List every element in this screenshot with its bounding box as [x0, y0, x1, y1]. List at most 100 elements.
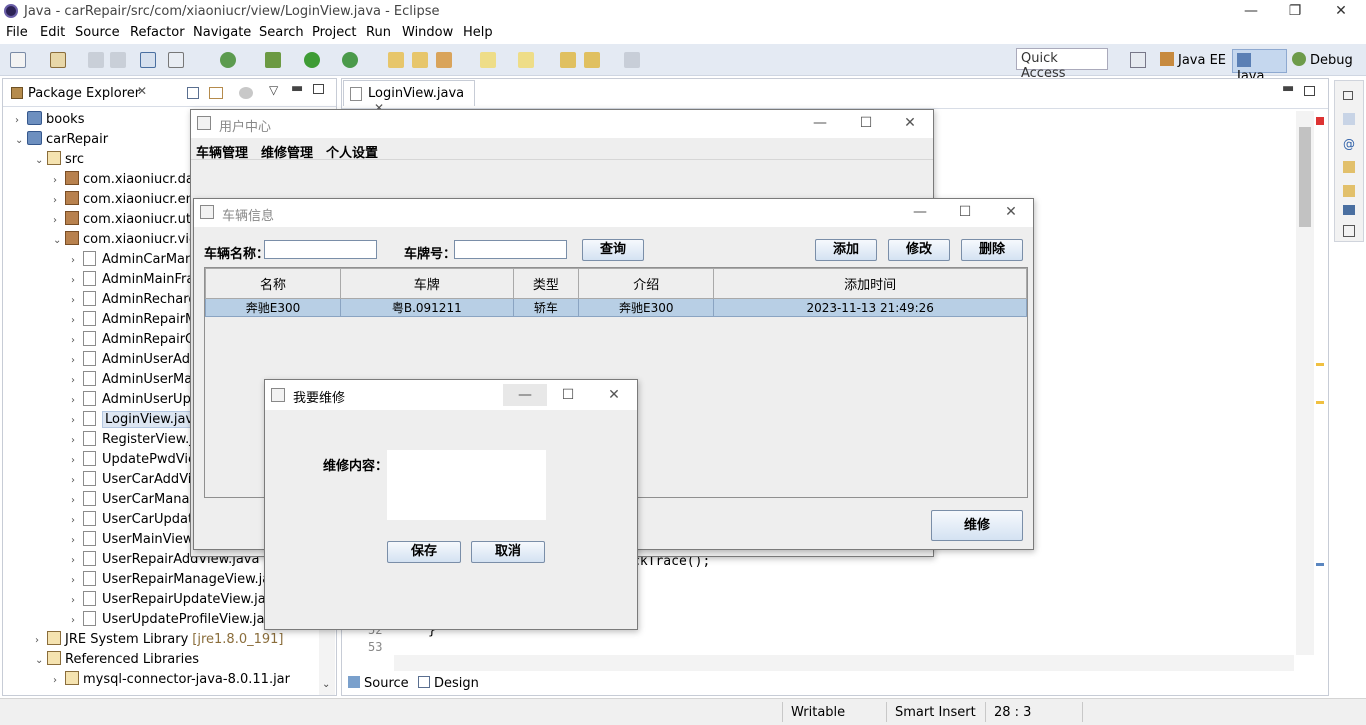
source-tab[interactable]: Source [348, 676, 409, 691]
edit-button[interactable]: 修改 [888, 239, 950, 261]
open-task-icon[interactable] [412, 52, 428, 68]
collapsed-twisty-icon[interactable]: › [71, 555, 83, 566]
expanded-twisty-icon[interactable]: ⌄ [35, 655, 47, 666]
expanded-twisty-icon[interactable]: ⌄ [15, 135, 27, 146]
perspective-java[interactable]: Java [1232, 49, 1287, 84]
cell-type[interactable]: 轿车 [512, 298, 580, 317]
skip-breakpoints-icon[interactable] [168, 52, 184, 68]
minimize-button[interactable]: — [905, 201, 935, 223]
cell-intro[interactable]: 奔驰E300 [578, 298, 715, 317]
minimize-button[interactable]: — [805, 112, 835, 134]
add-button[interactable]: 添加 [815, 239, 877, 261]
collapsed-twisty-icon[interactable]: › [71, 535, 83, 546]
menu-project[interactable]: Project [312, 25, 356, 40]
search-icon[interactable] [436, 52, 452, 68]
menu-run[interactable]: Run [366, 25, 391, 40]
status-insert-mode[interactable]: Smart Insert [895, 705, 976, 720]
view-menu-icon[interactable]: ▽ [269, 83, 278, 97]
warning-marker[interactable] [1316, 363, 1324, 366]
collapsed-twisty-icon[interactable]: › [71, 455, 83, 466]
menu-file[interactable]: File [6, 25, 28, 40]
close-button[interactable]: ✕ [599, 384, 629, 406]
scroll-thumb[interactable] [1299, 127, 1311, 227]
save-icon[interactable] [88, 52, 104, 68]
vehicle-name-input[interactable] [264, 240, 377, 259]
menu-search[interactable]: Search [259, 25, 304, 40]
menu-refactor[interactable]: Refactor [130, 25, 185, 40]
collapsed-twisty-icon[interactable]: › [15, 115, 27, 126]
column-header-type[interactable]: 类型 [512, 268, 580, 299]
next-annotation-icon[interactable] [480, 52, 496, 68]
menu-navigate[interactable]: Navigate [193, 25, 251, 40]
refresh-icon[interactable] [220, 52, 236, 68]
collapse-all-icon[interactable] [187, 87, 199, 99]
cell-added-time[interactable]: 2023-11-13 21:49:26 [713, 298, 1027, 317]
cancel-button[interactable]: 取消 [471, 541, 545, 563]
collapsed-twisty-icon[interactable]: › [71, 415, 83, 426]
table-row[interactable]: 奔驰E300 粤B.091211 轿车 奔驰E300 2023-11-13 21… [204, 298, 1027, 317]
prev-annotation-icon[interactable] [518, 52, 534, 68]
editor-tab-loginview[interactable]: LoginView.java ✕ [343, 80, 475, 115]
collapsed-twisty-icon[interactable]: › [71, 515, 83, 526]
menu-personal-settings[interactable]: 个人设置 [326, 142, 378, 161]
minimize-view-icon[interactable]: ▬ [291, 81, 303, 96]
collapsed-twisty-icon[interactable]: › [71, 615, 83, 626]
coverage-icon[interactable] [342, 52, 358, 68]
minimize-editor-icon[interactable]: ▬ [1282, 81, 1294, 96]
column-header-added-time[interactable]: 添加时间 [713, 268, 1027, 299]
tree-item[interactable]: › JRE System Library [jre1.8.0_191] [3, 629, 317, 649]
progress-icon[interactable] [1343, 225, 1355, 237]
design-tab[interactable]: Design [418, 676, 479, 691]
plate-number-input[interactable] [454, 240, 567, 259]
javadoc-icon[interactable] [1343, 161, 1355, 173]
collapsed-twisty-icon[interactable]: › [71, 275, 83, 286]
declaration-icon[interactable] [1343, 185, 1355, 197]
outline-icon[interactable]: @ [1343, 137, 1355, 151]
menu-vehicle-management[interactable]: 车辆管理 [196, 142, 248, 161]
cell-name[interactable]: 奔驰E300 [204, 298, 342, 317]
open-type-icon[interactable] [388, 52, 404, 68]
perspective-debug[interactable]: Debug [1292, 52, 1353, 68]
collapsed-twisty-icon[interactable]: › [71, 475, 83, 486]
package-explorer-tab[interactable]: Package Explorer [28, 86, 140, 101]
collapsed-twisty-icon[interactable]: › [71, 295, 83, 306]
search-marker[interactable] [1316, 563, 1324, 566]
column-header-plate[interactable]: 车牌 [340, 268, 514, 299]
menu-help[interactable]: Help [463, 25, 493, 40]
console-icon[interactable] [140, 52, 156, 68]
link-editor-icon[interactable] [209, 87, 223, 99]
new-package-icon[interactable] [50, 52, 66, 68]
back-icon[interactable] [584, 52, 600, 68]
repair-content-textarea[interactable] [387, 450, 546, 520]
expanded-twisty-icon[interactable]: ⌄ [35, 155, 47, 166]
new-icon[interactable] [10, 52, 26, 68]
editor-vertical-scrollbar[interactable] [1296, 111, 1314, 655]
save-all-icon[interactable] [110, 52, 126, 68]
perspective-java-ee[interactable]: Java EE [1160, 52, 1226, 68]
tree-item[interactable]: › mysql-connector-java-8.0.11.jar [3, 669, 317, 689]
maximize-button[interactable]: ❐ [1272, 0, 1318, 24]
repair-button[interactable]: 维修 [931, 510, 1023, 541]
collapsed-twisty-icon[interactable]: › [71, 575, 83, 586]
collapsed-twisty-icon[interactable]: › [71, 335, 83, 346]
collapsed-twisty-icon[interactable]: › [71, 375, 83, 386]
last-edit-icon[interactable] [560, 52, 576, 68]
collapsed-twisty-icon[interactable]: › [53, 175, 65, 186]
restore-icon[interactable] [1343, 91, 1353, 100]
expanded-twisty-icon[interactable]: ⌄ [53, 235, 65, 246]
collapsed-twisty-icon[interactable]: › [71, 435, 83, 446]
close-button[interactable]: ✕ [996, 201, 1026, 223]
maximize-editor-icon[interactable] [1304, 86, 1315, 96]
quick-access-input[interactable]: Quick Access [1016, 48, 1108, 81]
minimize-button[interactable]: — [1228, 0, 1274, 24]
debug-icon[interactable] [265, 52, 281, 68]
forward-icon[interactable] [624, 52, 640, 68]
collapsed-twisty-icon[interactable]: › [53, 675, 65, 686]
scroll-down-icon[interactable]: ⌄ [322, 679, 330, 690]
menu-repair-management[interactable]: 维修管理 [261, 142, 313, 161]
close-button[interactable]: ✕ [1318, 0, 1364, 24]
collapsed-twisty-icon[interactable]: › [71, 395, 83, 406]
column-header-name[interactable]: 名称 [204, 268, 342, 299]
task-list-icon[interactable] [1343, 113, 1355, 125]
warning-marker[interactable] [1316, 401, 1324, 404]
